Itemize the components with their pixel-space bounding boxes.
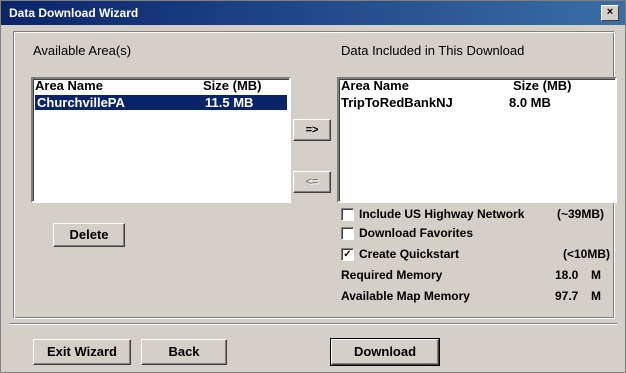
available-row-size: 11.5 MB: [205, 95, 254, 110]
included-data-heading: Data Included in This Download: [341, 43, 525, 58]
include-highway-size: (~39MB): [557, 207, 605, 221]
create-quickstart-size: (<10MB): [563, 247, 611, 261]
include-highway-checkbox[interactable]: [341, 208, 354, 221]
download-favorites-checkbox[interactable]: [341, 227, 354, 240]
available-row-churchvillepa[interactable]: ChurchvillePA 11.5 MB: [35, 95, 287, 110]
wizard-window: Data Download Wizard × Available Area(s)…: [0, 0, 626, 373]
title-bar[interactable]: Data Download Wizard ×: [1, 1, 625, 25]
create-quickstart-label[interactable]: Create Quickstart: [359, 247, 459, 261]
required-memory-value: 18.0: [555, 268, 579, 282]
include-highway-label[interactable]: Include US Highway Network: [359, 207, 524, 221]
available-memory-label: Available Map Memory: [341, 289, 470, 303]
included-data-list[interactable]: Area Name Size (MB) TripToRedBankNJ 8.0 …: [337, 77, 617, 203]
included-col-name: Area Name: [341, 78, 409, 93]
footer-separator: [9, 323, 617, 325]
included-row-name[interactable]: TripToRedBankNJ: [341, 95, 453, 110]
back-button[interactable]: Back: [141, 339, 227, 365]
available-memory-value: 97.7: [555, 289, 579, 303]
available-col-size: Size (MB): [203, 78, 262, 93]
remove-from-download-button[interactable]: <=: [293, 171, 331, 193]
included-col-size: Size (MB): [513, 78, 572, 93]
add-to-download-button[interactable]: =>: [293, 119, 331, 141]
window-title: Data Download Wizard: [9, 6, 139, 20]
delete-button[interactable]: Delete: [53, 223, 125, 247]
close-icon[interactable]: ×: [601, 5, 619, 21]
available-memory-unit: M: [591, 289, 601, 303]
included-row-size: 8.0 MB: [509, 95, 551, 110]
required-memory-label: Required Memory: [341, 268, 443, 282]
available-row-name: ChurchvillePA: [37, 95, 125, 110]
available-areas-heading: Available Area(s): [33, 43, 132, 58]
available-col-name: Area Name: [35, 78, 103, 93]
required-memory-unit: M: [591, 268, 601, 282]
download-favorites-label[interactable]: Download Favorites: [359, 226, 473, 240]
exit-wizard-button[interactable]: Exit Wizard: [33, 339, 131, 365]
download-button[interactable]: Download: [330, 338, 440, 366]
create-quickstart-checkbox[interactable]: ✓: [341, 248, 354, 261]
available-areas-list[interactable]: Area Name Size (MB) ChurchvillePA 11.5 M…: [31, 77, 291, 203]
